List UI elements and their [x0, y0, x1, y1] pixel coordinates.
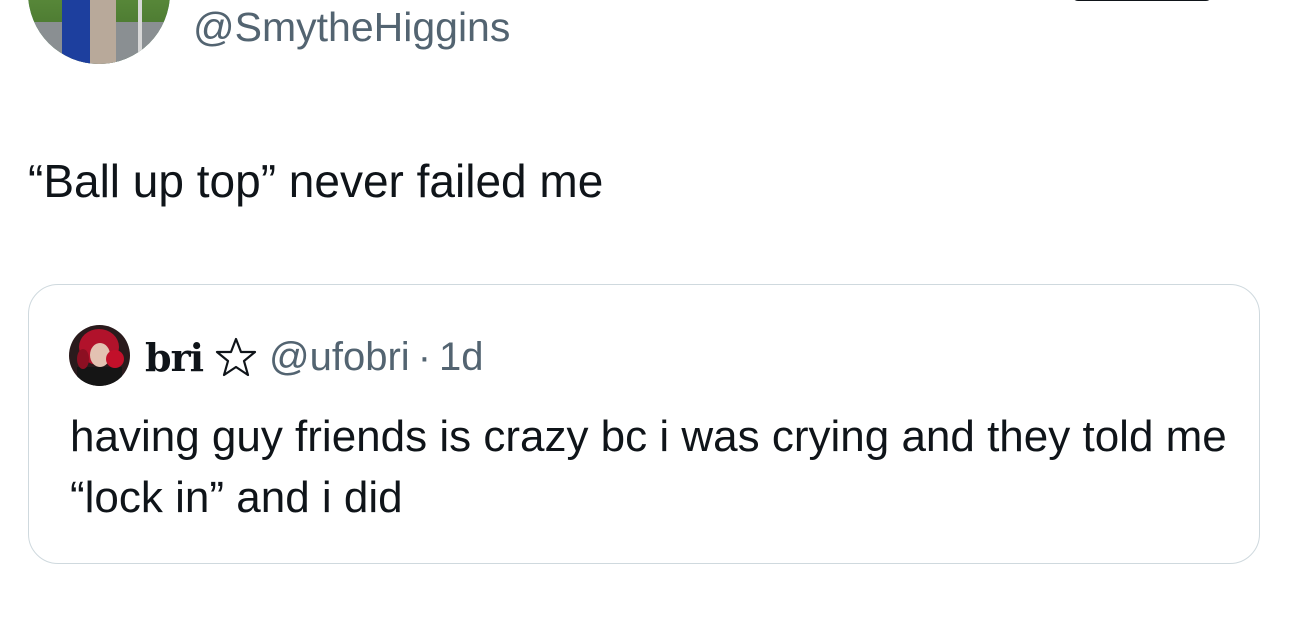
quote-header: bri @ufobri · 1d — [145, 333, 484, 381]
quote-text: having guy friends is crazy bc i was cry… — [70, 412, 1227, 522]
quote-timestamp[interactable]: 1d — [439, 335, 484, 380]
author-avatar[interactable] — [28, 0, 170, 64]
quote-author-avatar[interactable] — [69, 325, 130, 386]
follow-button[interactable] — [1072, 0, 1212, 1]
author-handle[interactable]: @SmytheHiggins — [193, 3, 510, 51]
separator-dot: · — [417, 334, 432, 379]
quote-author-handle[interactable]: @ufobri — [269, 335, 410, 380]
quote-author-name[interactable]: bri — [145, 335, 204, 380]
author-avatar-image — [28, 0, 170, 64]
quote-avatar-image — [69, 325, 130, 386]
quote-tweet-card[interactable]: bri @ufobri · 1d having guy friends is c… — [28, 284, 1260, 564]
tweet-text: “Ball up top” never failed me — [28, 155, 604, 207]
star-outline-icon — [215, 336, 257, 378]
